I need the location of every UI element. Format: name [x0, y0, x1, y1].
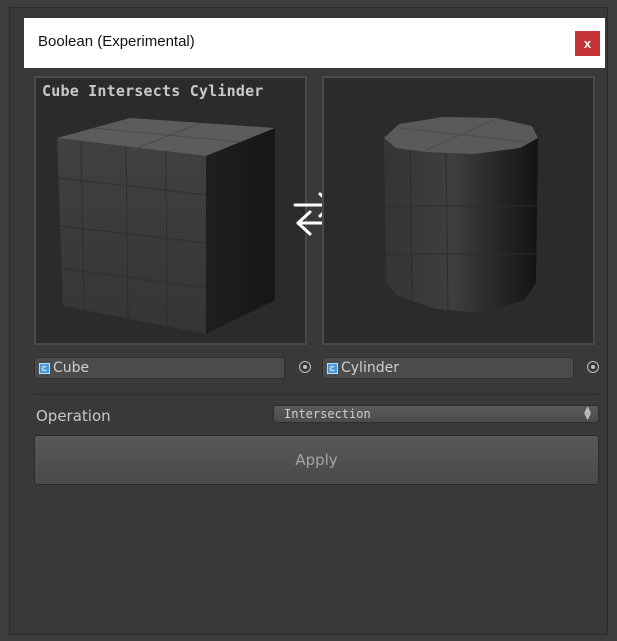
object-picker-icon[interactable]: [299, 361, 311, 373]
cylinder-preview-image: [384, 117, 538, 313]
operation-dropdown[interactable]: Intersection ▲ ▼: [273, 405, 599, 423]
left-preview[interactable]: Cube Intersects Cylinder: [34, 76, 307, 345]
right-object-field[interactable]: Cylinder: [322, 357, 574, 379]
operation-selected-value: Intersection: [284, 407, 371, 421]
apply-label: Apply: [295, 451, 338, 469]
close-icon: x: [583, 36, 592, 51]
cube-preview-image: [57, 118, 275, 334]
close-button[interactable]: x: [575, 31, 600, 56]
mesh-object-icon: [327, 362, 338, 374]
operation-label: Operation: [36, 407, 111, 425]
window-titlebar[interactable]: Boolean (Experimental) x: [24, 18, 605, 68]
object-picker-icon[interactable]: [587, 361, 599, 373]
apply-button[interactable]: Apply: [34, 435, 599, 485]
preview-caption: Cube Intersects Cylinder: [42, 82, 264, 100]
left-object-name: Cube: [53, 360, 90, 376]
right-object-name: Cylinder: [341, 360, 399, 376]
updown-arrows-icon: ▲ ▼: [584, 405, 591, 422]
mesh-object-icon: [39, 362, 50, 374]
boolean-panel: Cube Intersects Cylinder Cube Cylinder O…: [24, 68, 605, 630]
right-preview[interactable]: [322, 76, 595, 345]
left-object-field[interactable]: Cube: [34, 357, 285, 379]
divider: [34, 394, 599, 395]
window-title: Boolean (Experimental): [38, 33, 195, 50]
